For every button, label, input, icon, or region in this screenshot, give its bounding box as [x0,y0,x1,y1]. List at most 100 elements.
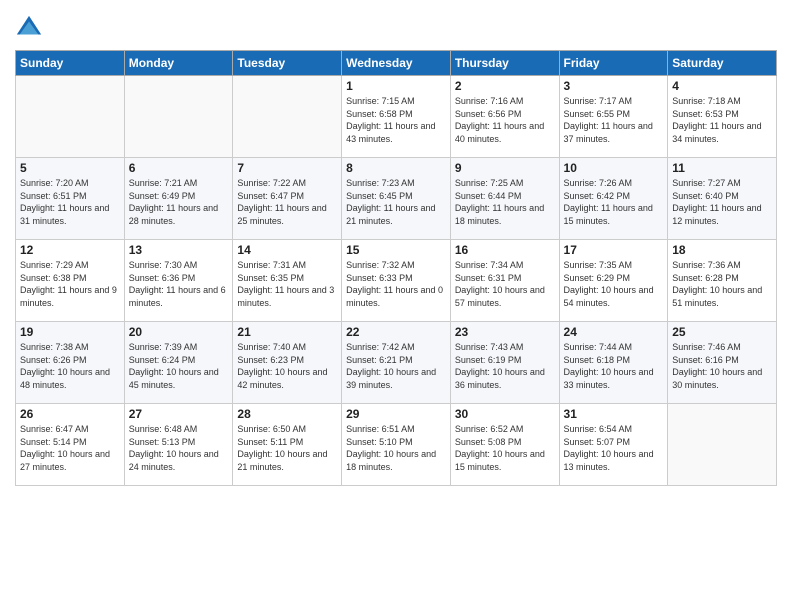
day-number: 26 [20,407,120,421]
day-cell: 17 Sunrise: 7:35 AMSunset: 6:29 PMDayligh… [559,240,668,322]
weekday-wednesday: Wednesday [342,51,451,76]
day-info: Sunrise: 7:46 AMSunset: 6:16 PMDaylight:… [672,341,772,391]
day-cell: 9 Sunrise: 7:25 AMSunset: 6:44 PMDaylight… [450,158,559,240]
day-number: 18 [672,243,772,257]
weekday-thursday: Thursday [450,51,559,76]
day-info: Sunrise: 7:39 AMSunset: 6:24 PMDaylight:… [129,341,229,391]
day-number: 24 [564,325,664,339]
day-cell: 24 Sunrise: 7:44 AMSunset: 6:18 PMDayligh… [559,322,668,404]
day-number: 2 [455,79,555,93]
day-number: 8 [346,161,446,175]
day-cell: 23Sunrise: 7:43 AMSunset: 6:19 PMDayligh… [450,322,559,404]
day-cell: 20 Sunrise: 7:39 AMSunset: 6:24 PMDayligh… [124,322,233,404]
week-row-1: 1 Sunrise: 7:15 AMSunset: 6:58 PMDaylight… [16,76,777,158]
day-info: Sunrise: 7:22 AMSunset: 6:47 PMDaylight:… [237,177,337,227]
day-number: 21 [237,325,337,339]
day-cell [668,404,777,486]
day-number: 22 [346,325,446,339]
day-info: Sunrise: 6:54 AMSunset: 5:07 PMDaylight:… [564,423,664,473]
day-cell: 8Sunrise: 7:23 AMSunset: 6:45 PMDaylight… [342,158,451,240]
page-container: SundayMondayTuesdayWednesdayThursdayFrid… [0,0,792,612]
day-cell: 5 Sunrise: 7:20 AMSunset: 6:51 PMDaylight… [16,158,125,240]
day-number: 25 [672,325,772,339]
weekday-monday: Monday [124,51,233,76]
day-number: 7 [237,161,337,175]
day-number: 16 [455,243,555,257]
day-number: 20 [129,325,229,339]
day-number: 12 [20,243,120,257]
weekday-sunday: Sunday [16,51,125,76]
calendar: SundayMondayTuesdayWednesdayThursdayFrid… [15,50,777,486]
weekday-saturday: Saturday [668,51,777,76]
day-info: Sunrise: 7:32 AMSunset: 6:33 PMDaylight:… [346,259,446,309]
week-row-5: 26 Sunrise: 6:47 AMSunset: 5:14 PMDayligh… [16,404,777,486]
day-info: Sunrise: 7:18 AMSunset: 6:53 PMDaylight:… [672,95,772,145]
day-cell: 25 Sunrise: 7:46 AMSunset: 6:16 PMDayligh… [668,322,777,404]
weekday-tuesday: Tuesday [233,51,342,76]
day-cell: 16 Sunrise: 7:34 AMSunset: 6:31 PMDayligh… [450,240,559,322]
day-info: Sunrise: 7:16 AMSunset: 6:56 PMDaylight:… [455,95,555,145]
day-number: 30 [455,407,555,421]
day-number: 1 [346,79,446,93]
day-cell: 2 Sunrise: 7:16 AMSunset: 6:56 PMDaylight… [450,76,559,158]
week-row-4: 19Sunrise: 7:38 AMSunset: 6:26 PMDayligh… [16,322,777,404]
day-cell: 15Sunrise: 7:32 AMSunset: 6:33 PMDayligh… [342,240,451,322]
day-info: Sunrise: 6:52 AMSunset: 5:08 PMDaylight:… [455,423,555,473]
day-number: 19 [20,325,120,339]
day-number: 29 [346,407,446,421]
day-info: Sunrise: 7:34 AMSunset: 6:31 PMDaylight:… [455,259,555,309]
day-cell: 21 Sunrise: 7:40 AMSunset: 6:23 PMDayligh… [233,322,342,404]
day-cell: 31 Sunrise: 6:54 AMSunset: 5:07 PMDayligh… [559,404,668,486]
day-info: Sunrise: 7:44 AMSunset: 6:18 PMDaylight:… [564,341,664,391]
day-cell: 14 Sunrise: 7:31 AMSunset: 6:35 PMDayligh… [233,240,342,322]
week-row-2: 5 Sunrise: 7:20 AMSunset: 6:51 PMDaylight… [16,158,777,240]
day-cell: 27 Sunrise: 6:48 AMSunset: 5:13 PMDayligh… [124,404,233,486]
day-info: Sunrise: 7:17 AMSunset: 6:55 PMDaylight:… [564,95,664,145]
week-row-3: 12 Sunrise: 7:29 AMSunset: 6:38 PMDayligh… [16,240,777,322]
day-info: Sunrise: 6:48 AMSunset: 5:13 PMDaylight:… [129,423,229,473]
day-cell: 6 Sunrise: 7:21 AMSunset: 6:49 PMDaylight… [124,158,233,240]
day-cell [233,76,342,158]
day-cell: 19Sunrise: 7:38 AMSunset: 6:26 PMDayligh… [16,322,125,404]
day-number: 11 [672,161,772,175]
day-info: Sunrise: 7:25 AMSunset: 6:44 PMDaylight:… [455,177,555,227]
day-info: Sunrise: 6:51 AMSunset: 5:10 PMDaylight:… [346,423,446,473]
day-cell: 28Sunrise: 6:50 AMSunset: 5:11 PMDayligh… [233,404,342,486]
logo [15,14,45,42]
day-cell: 18 Sunrise: 7:36 AMSunset: 6:28 PMDayligh… [668,240,777,322]
day-info: Sunrise: 7:26 AMSunset: 6:42 PMDaylight:… [564,177,664,227]
weekday-header-row: SundayMondayTuesdayWednesdayThursdayFrid… [16,51,777,76]
day-number: 6 [129,161,229,175]
day-info: Sunrise: 7:27 AMSunset: 6:40 PMDaylight:… [672,177,772,227]
day-number: 17 [564,243,664,257]
day-number: 9 [455,161,555,175]
day-info: Sunrise: 7:20 AMSunset: 6:51 PMDaylight:… [20,177,120,227]
day-info: Sunrise: 7:43 AMSunset: 6:19 PMDaylight:… [455,341,555,391]
weekday-friday: Friday [559,51,668,76]
day-cell [16,76,125,158]
day-info: Sunrise: 7:36 AMSunset: 6:28 PMDaylight:… [672,259,772,309]
day-number: 13 [129,243,229,257]
day-number: 27 [129,407,229,421]
day-info: Sunrise: 7:21 AMSunset: 6:49 PMDaylight:… [129,177,229,227]
day-info: Sunrise: 7:40 AMSunset: 6:23 PMDaylight:… [237,341,337,391]
day-info: Sunrise: 6:47 AMSunset: 5:14 PMDaylight:… [20,423,120,473]
day-cell: 7 Sunrise: 7:22 AMSunset: 6:47 PMDaylight… [233,158,342,240]
day-info: Sunrise: 7:15 AMSunset: 6:58 PMDaylight:… [346,95,446,145]
day-cell: 22 Sunrise: 7:42 AMSunset: 6:21 PMDayligh… [342,322,451,404]
day-number: 3 [564,79,664,93]
day-info: Sunrise: 7:31 AMSunset: 6:35 PMDaylight:… [237,259,337,309]
day-info: Sunrise: 7:42 AMSunset: 6:21 PMDaylight:… [346,341,446,391]
day-cell: 29 Sunrise: 6:51 AMSunset: 5:10 PMDayligh… [342,404,451,486]
header [15,10,777,42]
day-number: 5 [20,161,120,175]
day-cell: 10Sunrise: 7:26 AMSunset: 6:42 PMDayligh… [559,158,668,240]
day-cell: 30 Sunrise: 6:52 AMSunset: 5:08 PMDayligh… [450,404,559,486]
day-cell: 1 Sunrise: 7:15 AMSunset: 6:58 PMDaylight… [342,76,451,158]
day-info: Sunrise: 7:29 AMSunset: 6:38 PMDaylight:… [20,259,120,309]
day-number: 31 [564,407,664,421]
day-number: 14 [237,243,337,257]
day-info: Sunrise: 7:35 AMSunset: 6:29 PMDaylight:… [564,259,664,309]
day-cell [124,76,233,158]
day-cell: 11 Sunrise: 7:27 AMSunset: 6:40 PMDayligh… [668,158,777,240]
